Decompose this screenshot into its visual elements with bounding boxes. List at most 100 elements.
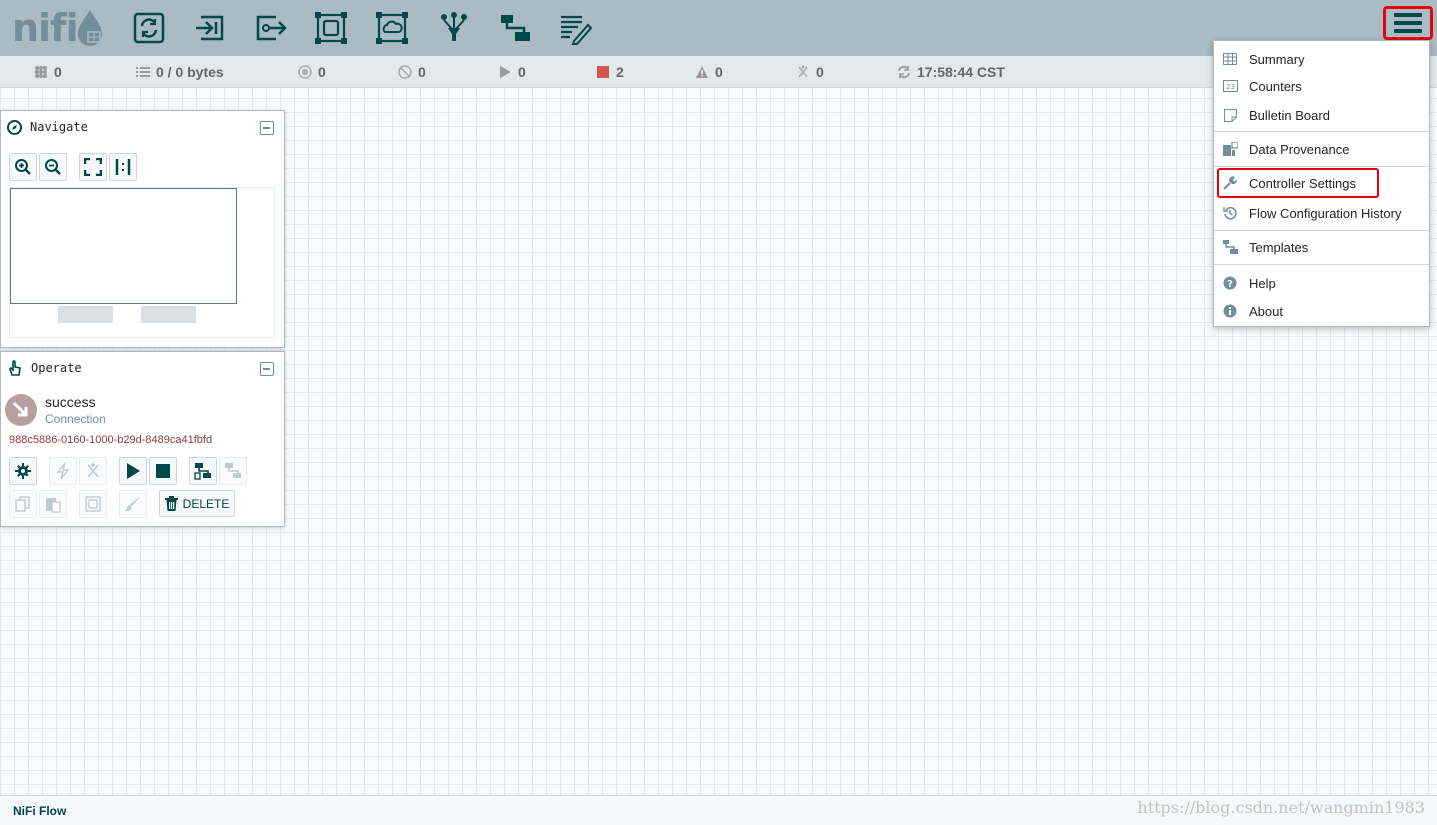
birdseye-view[interactable]	[9, 187, 275, 338]
group-button[interactable]	[79, 490, 107, 518]
selection-type: Connection	[45, 412, 106, 426]
menu-item-data-provenance[interactable]: Data Provenance	[1214, 136, 1429, 162]
connection-icon	[5, 394, 37, 426]
footer: NiFi Flow https://blog.csdn.net/wangmin1…	[0, 795, 1437, 825]
menu-item-help[interactable]: ? Help	[1214, 270, 1429, 296]
disable-icon	[87, 463, 99, 478]
menu-label: Data Provenance	[1249, 141, 1350, 157]
breadcrumb-root[interactable]: NiFi Flow	[13, 804, 66, 818]
upload-template-button[interactable]	[219, 457, 247, 485]
global-menu-button[interactable]	[1383, 6, 1433, 40]
output-port-button[interactable]	[251, 8, 291, 48]
transmitting-stat: 0	[298, 56, 326, 88]
compass-icon	[7, 119, 22, 135]
actual-size-icon	[115, 159, 131, 175]
menu-item-bulletin-board[interactable]: Bulletin Board	[1214, 102, 1429, 128]
queued-value: 0 / 0 bytes	[156, 64, 224, 80]
disable-button[interactable]	[79, 457, 107, 485]
operate-collapse-icon[interactable]	[260, 362, 274, 376]
label-button[interactable]	[555, 8, 595, 48]
menu-label: Counters	[1249, 78, 1302, 94]
hand-pointer-icon	[9, 360, 21, 376]
template-icon	[1222, 239, 1238, 255]
zoom-out-button[interactable]	[39, 153, 67, 181]
configure-button[interactable]	[9, 457, 37, 485]
birdseye-viewport[interactable]	[10, 188, 237, 304]
navigate-collapse-icon[interactable]	[260, 121, 274, 135]
question-circle-icon: ?	[1222, 275, 1238, 291]
copy-button[interactable]	[9, 490, 37, 518]
menu-label: Controller Settings	[1249, 175, 1356, 191]
menu-item-counters[interactable]: 23 Counters	[1214, 73, 1429, 99]
operate-header: Operate	[1, 352, 284, 384]
navigate-panel: Navigate	[0, 110, 285, 348]
zoom-out-icon	[45, 159, 61, 175]
paste-button[interactable]	[39, 490, 67, 518]
actual-size-button[interactable]	[109, 153, 137, 181]
invalid-stat: 0	[695, 56, 723, 88]
processor-icon	[133, 12, 165, 44]
provenance-icon	[1222, 141, 1238, 157]
trash-icon	[164, 496, 178, 511]
warning-icon	[696, 66, 708, 78]
zoom-in-button[interactable]	[9, 153, 37, 181]
template-button[interactable]	[495, 8, 535, 48]
zoom-in-icon	[15, 159, 31, 175]
svg-text:23: 23	[1226, 83, 1235, 91]
operate-title: Operate	[31, 361, 82, 375]
menu-label: Bulletin Board	[1249, 107, 1330, 123]
menu-label: About	[1249, 303, 1283, 319]
delete-label: DELETE	[182, 496, 230, 511]
not-transmitting-value: 0	[418, 64, 426, 80]
remote-process-group-button[interactable]	[372, 8, 412, 48]
logo-text: nifi	[12, 6, 79, 50]
copy-icon	[15, 496, 30, 512]
template-icon	[194, 463, 211, 480]
fit-button[interactable]	[79, 153, 107, 181]
active-threads-stat: 0	[34, 56, 62, 88]
color-button[interactable]	[119, 490, 147, 518]
menu-item-templates[interactable]: Templates	[1214, 234, 1429, 260]
menu-divider	[1214, 131, 1429, 132]
operate-panel: Operate success Connection 988c5886-0160…	[0, 351, 285, 527]
queued-stat: 0 / 0 bytes	[136, 56, 224, 88]
output-port-icon	[256, 15, 287, 41]
nifi-logo: nifi	[10, 6, 106, 50]
wrench-icon	[1222, 175, 1238, 191]
disabled-value: 0	[816, 64, 824, 80]
menu-item-about[interactable]: About	[1214, 298, 1429, 324]
stopped-stat: 2	[596, 56, 624, 88]
menu-divider	[1214, 264, 1429, 265]
enable-button[interactable]	[49, 457, 77, 485]
menu-item-summary[interactable]: Summary	[1214, 46, 1429, 72]
refresh-stat[interactable]: 17:58:44 CST	[897, 56, 1005, 88]
input-port-button[interactable]	[190, 8, 230, 48]
paintbrush-icon	[125, 497, 140, 511]
stopped-value: 2	[616, 64, 624, 80]
process-group-icon	[315, 12, 347, 44]
active-threads-value: 0	[54, 64, 62, 80]
create-template-button[interactable]	[189, 457, 217, 485]
menu-item-controller-settings[interactable]: Controller Settings	[1217, 168, 1379, 198]
refresh-icon	[898, 66, 910, 78]
svg-text:?: ?	[1227, 279, 1233, 290]
start-button[interactable]	[119, 457, 147, 485]
funnel-button[interactable]	[434, 8, 474, 48]
upload-template-icon	[225, 463, 241, 478]
running-value: 0	[518, 64, 526, 80]
selection-summary: success Connection	[5, 392, 275, 432]
menu-label: Templates	[1249, 239, 1309, 255]
stop-icon	[597, 66, 609, 78]
stop-button[interactable]	[149, 457, 177, 485]
navigate-header: Navigate	[1, 111, 284, 143]
not-transmitting-icon	[398, 65, 412, 79]
process-group-button[interactable]	[311, 8, 351, 48]
list-icon	[136, 67, 150, 77]
drop-icon	[78, 10, 102, 46]
history-icon	[1222, 205, 1238, 221]
counter-icon: 23	[1222, 78, 1238, 94]
delete-button[interactable]: DELETE	[159, 490, 235, 517]
disabled-stat: 0	[796, 56, 824, 88]
processor-button[interactable]	[129, 8, 169, 48]
menu-item-flow-configuration-history[interactable]: Flow Configuration History	[1214, 200, 1429, 226]
